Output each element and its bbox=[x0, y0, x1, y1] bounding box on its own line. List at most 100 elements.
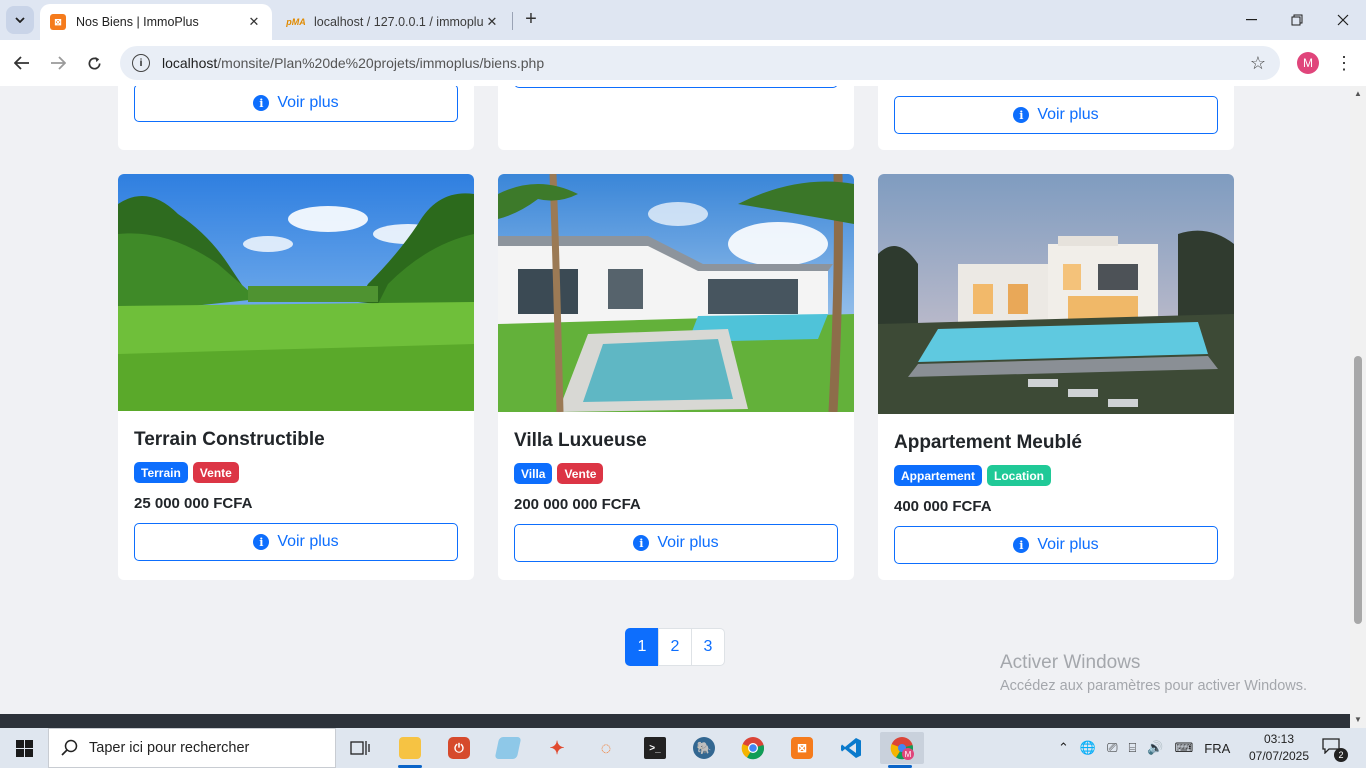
page-link-2[interactable]: 2 bbox=[658, 628, 692, 666]
view-more-button[interactable]: i Voir plus bbox=[894, 96, 1218, 134]
vscode-button[interactable] bbox=[831, 732, 871, 764]
app-button-editor[interactable]: ✦ bbox=[537, 732, 577, 764]
info-circle-icon: i bbox=[633, 535, 650, 551]
view-more-button[interactable]: i Voir plus bbox=[894, 526, 1218, 564]
type-badge: Appartement bbox=[894, 465, 983, 486]
listing-price: 200 000 000 FCFA bbox=[514, 496, 641, 513]
type-badge: Villa bbox=[514, 463, 553, 484]
property-photo[interactable] bbox=[878, 174, 1234, 414]
folder-icon bbox=[399, 737, 421, 759]
window-close-button[interactable] bbox=[1320, 0, 1366, 40]
notification-count: 2 bbox=[1334, 748, 1348, 762]
transaction-badge: Location bbox=[987, 465, 1052, 486]
info-circle-icon: i bbox=[253, 95, 270, 111]
page-viewport: i Voir plus i Voir plus Terrain Construc… bbox=[0, 86, 1350, 714]
view-more-label: Voir plus bbox=[277, 94, 339, 111]
scroll-down-arrow-icon[interactable]: ▼ bbox=[1350, 712, 1366, 728]
tab-separator bbox=[512, 12, 513, 30]
volume-icon[interactable]: 🔊 bbox=[1147, 740, 1163, 756]
notification-center-button[interactable]: 2 bbox=[1322, 738, 1348, 762]
page-scrollbar[interactable]: ▲ ▼ bbox=[1350, 86, 1366, 728]
chrome-icon bbox=[741, 737, 765, 760]
scroll-up-arrow-icon[interactable]: ▲ bbox=[1350, 86, 1366, 102]
page-link-3[interactable]: 3 bbox=[691, 628, 725, 666]
reload-button[interactable] bbox=[81, 50, 107, 76]
taskbar-search-box[interactable]: Taper ici pour rechercher bbox=[48, 728, 336, 768]
close-icon[interactable]: ✕ bbox=[484, 14, 500, 30]
app-button-jupyter[interactable]: ◌ bbox=[586, 732, 626, 764]
badge-group: Appartement Location bbox=[894, 465, 1052, 486]
power-app-icon: ⏻ bbox=[448, 737, 470, 759]
system-clock[interactable]: 03:13 07/07/2025 bbox=[1248, 731, 1310, 765]
address-bar[interactable]: i localhost/monsite/Plan%20de%20projets/… bbox=[120, 46, 1280, 80]
close-icon bbox=[1337, 14, 1349, 26]
listing-card: Villa Luxueuse Villa Vente 200 000 000 F… bbox=[498, 174, 854, 580]
app-button-notes[interactable] bbox=[488, 732, 528, 764]
language-indicator[interactable]: FRA bbox=[1204, 741, 1230, 756]
property-photo[interactable] bbox=[118, 174, 474, 411]
listing-card-partial: i Voir plus bbox=[118, 86, 474, 150]
chrome-profile-button[interactable]: M bbox=[880, 732, 924, 768]
browser-toolbar: i localhost/monsite/Plan%20de%20projets/… bbox=[0, 40, 1366, 86]
file-explorer-button[interactable] bbox=[390, 732, 430, 768]
jupyter-icon: ◌ bbox=[600, 737, 612, 758]
tab-search-button[interactable] bbox=[6, 6, 34, 34]
clock-date: 07/07/2025 bbox=[1248, 749, 1310, 763]
transaction-badge: Vente bbox=[557, 463, 604, 484]
view-more-button[interactable]: i Voir plus bbox=[514, 524, 838, 562]
svg-text:M: M bbox=[905, 750, 912, 759]
listing-title: Terrain Constructible bbox=[134, 429, 325, 450]
terminal-button[interactable]: >_ bbox=[635, 732, 675, 764]
pagination: 1 2 3 bbox=[625, 628, 725, 666]
page-footer-edge bbox=[0, 714, 1350, 728]
xampp-button[interactable]: ⊠ bbox=[782, 732, 822, 764]
property-photo[interactable] bbox=[498, 174, 854, 412]
browser-tab-bar: ⊠ Nos Biens | ImmoPlus ✕ pMA localhost /… bbox=[0, 0, 1366, 40]
chrome-button[interactable] bbox=[733, 732, 773, 764]
network-icon[interactable]: ⌸ bbox=[1129, 740, 1137, 756]
design-app-icon: ✦ bbox=[549, 737, 565, 758]
back-button[interactable] bbox=[9, 50, 35, 76]
info-circle-icon: i bbox=[1013, 537, 1030, 553]
app-button-red[interactable]: ⏻ bbox=[439, 732, 479, 764]
tab-phpmyadmin[interactable]: pMA localhost / 127.0.0.1 / immoplus ✕ bbox=[278, 4, 510, 40]
forward-button[interactable] bbox=[45, 50, 71, 76]
badge-group: Terrain Vente bbox=[134, 462, 239, 483]
tab-nos-biens[interactable]: ⊠ Nos Biens | ImmoPlus ✕ bbox=[40, 4, 272, 40]
info-circle-icon: i bbox=[253, 534, 270, 550]
chevron-up-icon[interactable]: ⌃ bbox=[1058, 740, 1069, 756]
xampp-icon: ⊠ bbox=[791, 737, 813, 759]
listing-title: Appartement Meublé bbox=[894, 432, 1082, 453]
view-more-button[interactable]: i Voir plus bbox=[134, 523, 458, 561]
bookmark-star-icon[interactable]: ☆ bbox=[1250, 53, 1266, 74]
page-link-1[interactable]: 1 bbox=[625, 628, 659, 666]
menu-dots-icon[interactable]: ⋮ bbox=[1335, 50, 1353, 76]
listing-title: Villa Luxueuse bbox=[514, 430, 647, 451]
listing-card: Appartement Meublé Appartement Location … bbox=[878, 174, 1234, 580]
view-more-label: Voir plus bbox=[1037, 536, 1099, 553]
globe-icon[interactable]: 🌐 bbox=[1080, 740, 1096, 756]
view-more-label: Voir plus bbox=[277, 533, 339, 550]
task-view-button[interactable] bbox=[340, 732, 380, 764]
watermark-subtitle: Accédez aux paramètres pour activer Wind… bbox=[1000, 678, 1308, 694]
scrollbar-thumb[interactable] bbox=[1354, 356, 1362, 624]
restore-button[interactable] bbox=[1274, 0, 1320, 40]
windows-activation-watermark: Activer Windows Accédez aux paramètres p… bbox=[1000, 652, 1307, 694]
view-more-label: Voir plus bbox=[1037, 106, 1099, 123]
chrome-profile-icon: M bbox=[890, 737, 914, 760]
minimize-icon bbox=[1245, 19, 1257, 21]
keyboard-icon[interactable]: ⌨ bbox=[1175, 740, 1194, 756]
arrow-left-icon bbox=[14, 56, 29, 70]
profile-avatar[interactable]: M bbox=[1297, 52, 1319, 74]
camera-icon[interactable]: ⎚ bbox=[1107, 740, 1117, 756]
info-circle-icon: i bbox=[1013, 107, 1030, 123]
start-button[interactable] bbox=[0, 728, 48, 768]
new-tab-button[interactable]: + bbox=[520, 8, 542, 30]
view-more-button[interactable]: i Voir plus bbox=[134, 86, 458, 122]
info-icon[interactable]: i bbox=[132, 54, 150, 72]
close-icon[interactable]: ✕ bbox=[246, 14, 262, 30]
view-more-button[interactable] bbox=[514, 86, 838, 88]
minimize-button[interactable] bbox=[1228, 0, 1274, 40]
postgresql-button[interactable]: 🐘 bbox=[684, 732, 724, 764]
listing-card-partial: i Voir plus bbox=[878, 86, 1234, 150]
